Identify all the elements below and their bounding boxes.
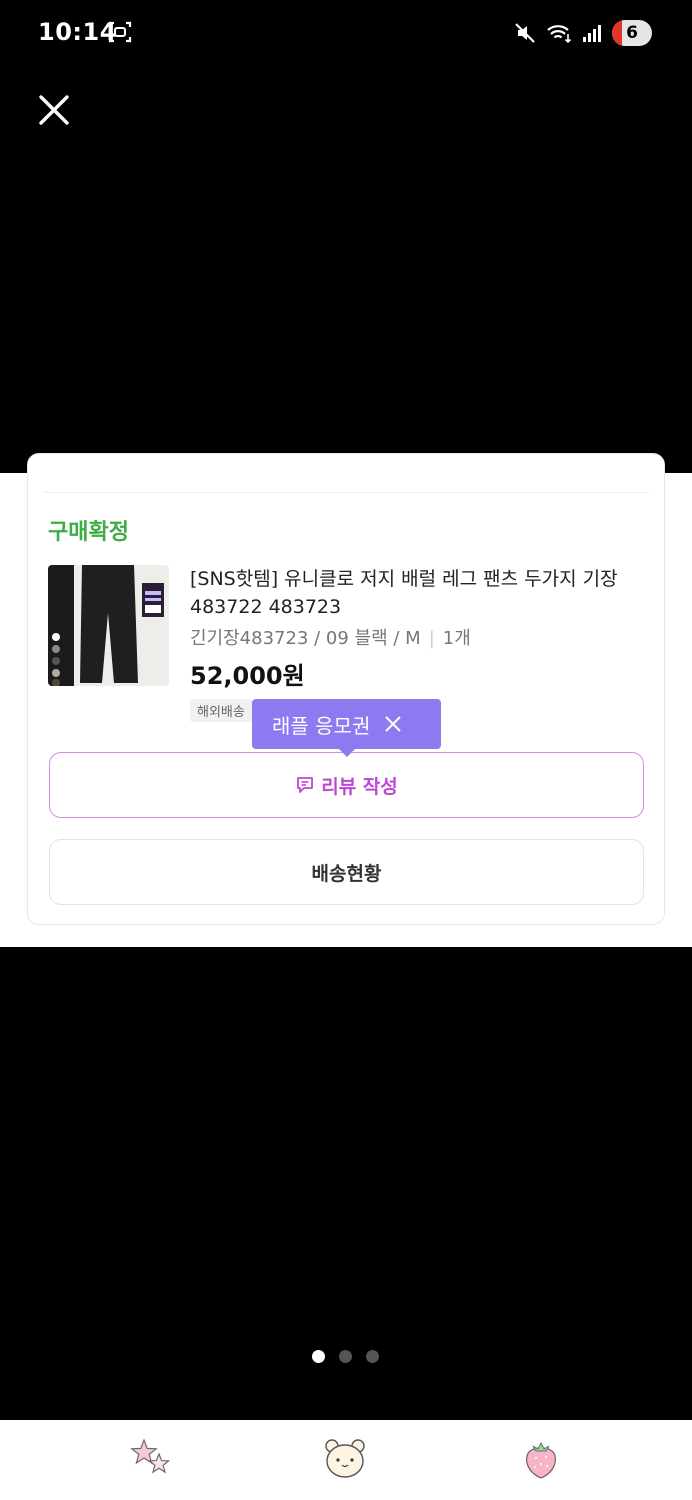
product-option: 긴기장483723 / 09 블랙 / M | 1개 <box>190 628 471 649</box>
bottom-nav <box>0 1420 692 1500</box>
battery-level: 6 <box>626 23 638 43</box>
option-text: 긴기장483723 / 09 블랙 / M <box>190 628 421 649</box>
order-status: 구매확정 <box>48 520 129 545</box>
product-thumbnail[interactable] <box>48 565 169 686</box>
price: 52,000원 <box>190 662 305 690</box>
tooltip-close-icon[interactable] <box>384 715 402 733</box>
quantity-text: 1개 <box>442 628 471 649</box>
pagination-dots <box>312 1350 379 1363</box>
write-review-button[interactable]: 리뷰 작성 <box>49 752 644 818</box>
wifi-icon <box>547 25 572 44</box>
close-icon[interactable] <box>34 90 74 130</box>
clock: 10:14 <box>38 18 117 46</box>
review-icon <box>297 777 314 793</box>
battery-badge: 6 <box>612 20 652 46</box>
status-icons: 6 <box>514 19 652 47</box>
tooltip-label: 래플 응모권 <box>272 713 371 738</box>
order-card-area: 구매확정 [SNS핫템] 유니클로 저지 배럴 레그 팬츠 두가지 기장 483… <box>0 453 692 947</box>
mute-icon <box>515 23 535 43</box>
page-dot[interactable] <box>312 1350 325 1363</box>
shipping-tag: 해외배송 <box>190 699 252 722</box>
delivery-status-button[interactable]: 배송현황 <box>49 839 644 905</box>
page-dot[interactable] <box>366 1350 379 1363</box>
delivery-label: 배송현황 <box>311 862 382 885</box>
strawberry-icon[interactable] <box>518 1436 564 1482</box>
product-name[interactable]: [SNS핫템] 유니클로 저지 배럴 레그 팬츠 두가지 기장 483722 4… <box>190 565 660 621</box>
signal-icon <box>583 25 601 42</box>
review-label: 리뷰 작성 <box>321 775 398 798</box>
screenshot-icon <box>108 21 132 43</box>
bear-icon[interactable] <box>322 1436 368 1482</box>
stars-icon[interactable] <box>128 1436 174 1482</box>
raffle-tooltip[interactable]: 래플 응모권 <box>252 699 441 757</box>
status-bar: 10:14 6 <box>0 0 692 66</box>
page-dot[interactable] <box>339 1350 352 1363</box>
